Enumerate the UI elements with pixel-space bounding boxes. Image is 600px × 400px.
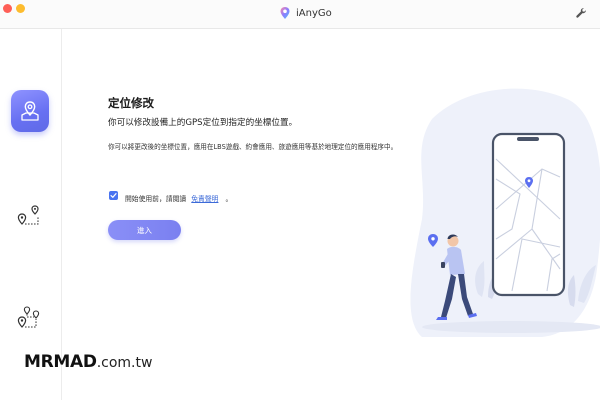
wrench-icon[interactable] (575, 7, 587, 19)
site-watermark: MRMAD .com.tw (24, 352, 152, 372)
minimize-window-button[interactable] (16, 4, 25, 13)
phone-map-illustration (410, 88, 600, 337)
agreement-text: 開始使用前，請閱讀 (125, 195, 187, 203)
title-bar: iAnyGo (0, 0, 600, 29)
agreement-row: 開始使用前，請閱讀 免責聲明 。 (109, 186, 232, 205)
page-description: 你可以將更改後的坐標位置，應用在LBS遊戲、約會應用、旅遊應用等基於地理定位的應… (108, 143, 398, 151)
watermark-domain: .com.tw (96, 355, 153, 371)
sidebar-item-multi-spot[interactable] (14, 303, 44, 333)
route-multi-pins-icon (17, 306, 40, 328)
app-title: iAnyGo (278, 6, 332, 20)
agreement-suffix: 。 (225, 195, 233, 203)
sidebar (0, 29, 62, 400)
checkmark-icon (110, 193, 117, 198)
disclaimer-link[interactable]: 免責聲明 (191, 195, 218, 203)
route-two-pins-icon (17, 205, 39, 225)
page-title: 定位修改 (108, 96, 154, 110)
page-subtitle: 你可以修改設備上的GPS定位到指定的坐標位置。 (108, 118, 298, 128)
enter-button[interactable]: 進入 (108, 220, 181, 240)
agreement-checkbox[interactable] (109, 191, 118, 200)
window-title: iAnyGo (296, 7, 332, 19)
location-pin-logo-icon (280, 7, 290, 19)
location-pin-map-icon (21, 101, 39, 121)
sidebar-item-single-spot[interactable] (14, 201, 44, 231)
watermark-brand: MRMAD (24, 352, 97, 372)
close-window-button[interactable] (3, 4, 12, 13)
sidebar-item-change-location[interactable] (11, 90, 49, 132)
main-panel: 定位修改 你可以修改設備上的GPS定位到指定的坐標位置。 你可以將更改後的坐標位… (24, 29, 600, 400)
